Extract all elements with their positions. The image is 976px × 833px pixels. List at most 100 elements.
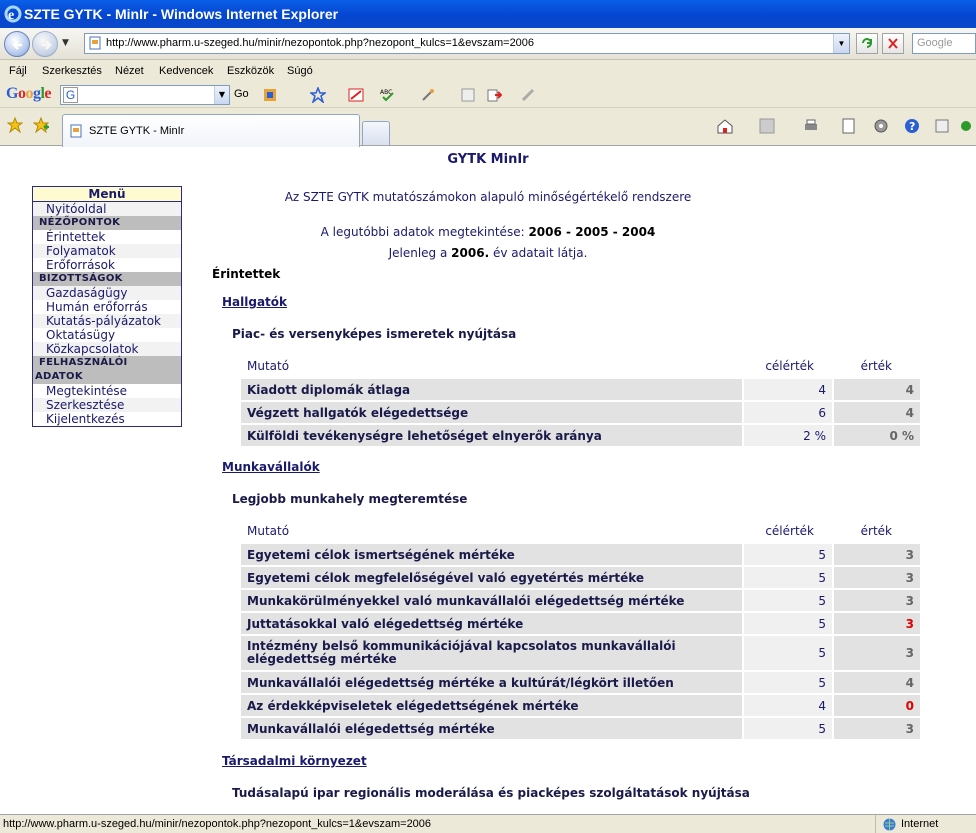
latest-data-line: A legutóbbi adatok megtekintése: 2006 - … <box>88 225 888 239</box>
google-dropdown-icon[interactable]: ▼ <box>214 86 229 104</box>
bookmark-star-icon[interactable] <box>310 87 326 103</box>
menu-file[interactable]: Fájl <box>9 60 27 82</box>
print-icon[interactable] <box>802 117 820 135</box>
popup-blocker-icon[interactable] <box>348 87 364 103</box>
menu-bar: Fájl Szerkesztés Nézet Kedvencek Eszközö… <box>0 60 976 82</box>
google-logo: Google <box>6 85 52 102</box>
history-dropdown-icon[interactable]: ▼ <box>62 38 72 48</box>
address-dropdown-icon[interactable]: ▼ <box>833 34 849 53</box>
menu-item-human-eroforras[interactable]: Humán erőforrás <box>33 300 181 314</box>
tab-current[interactable]: SZTE GYTK - MinIr <box>62 114 360 147</box>
group-link-munkavallalok[interactable]: Munkavállalók <box>222 460 320 474</box>
menu-item-oktatasugy[interactable]: Oktatásügy <box>33 328 181 342</box>
globe-icon <box>883 818 896 831</box>
indicator-value: 4 <box>833 401 922 425</box>
page-menu-icon[interactable] <box>840 117 858 135</box>
favorites-star-icon[interactable] <box>7 117 23 133</box>
menu-help[interactable]: Súgó <box>287 60 313 82</box>
indicator-name: Egyetemi célok megfelelőségével való egy… <box>241 566 744 590</box>
indicator-name: Egyetemi célok ismertségének mértéke <box>241 543 744 567</box>
window-titlebar: e SZTE GYTK - MinIr - Windows Internet E… <box>0 0 976 28</box>
menu-item-kozkapcsolatok[interactable]: Közkapcsolatok <box>33 342 181 356</box>
menu-item-gazdasagugy[interactable]: Gazdaságügy <box>33 286 181 300</box>
menu-item-eroforrasok[interactable]: Erőforrások <box>33 258 181 272</box>
table-row: Külföldi tevékenységre lehetőséget elnye… <box>241 424 922 448</box>
extension-icon[interactable] <box>957 117 975 135</box>
menu-item-home[interactable]: Nyitóoldal <box>33 202 181 216</box>
home-icon[interactable] <box>716 117 734 135</box>
goal-title: Tudásalapú ipar regionális moderálása és… <box>232 786 750 800</box>
table-row: Egyetemi célok megfelelőségével való egy… <box>241 566 922 590</box>
section-heading: Érintettek <box>212 267 281 281</box>
indicator-value: 0 <box>833 694 922 718</box>
table-row: Egyetemi célok ismertségének mértéke 5 3 <box>241 543 922 567</box>
table-row: Munkavállalói elégedettség mértéke a kul… <box>241 671 922 695</box>
zone-label: Internet <box>901 818 939 830</box>
page-icon <box>89 36 101 50</box>
add-favorite-icon[interactable] <box>33 117 49 133</box>
menu-item-kutatas-palyazatok[interactable]: Kutatás-pályázatok <box>33 314 181 328</box>
refresh-button[interactable] <box>856 33 878 54</box>
menu-item-megtekintese[interactable]: Megtekintése <box>33 384 181 398</box>
help-icon[interactable]: ? <box>903 117 921 135</box>
menu-item-erintettek[interactable]: Érintettek <box>33 230 181 244</box>
google-go-button[interactable]: Go <box>234 88 249 100</box>
stop-button[interactable] <box>882 33 904 54</box>
feeds-icon[interactable] <box>758 117 776 135</box>
table-row: Munkavállalói elégedettség mértéke 5 3 <box>241 717 922 741</box>
indicator-target: 5 <box>743 612 834 636</box>
group-link-hallgatok[interactable]: Hallgatók <box>222 295 287 309</box>
menu-section-user-data: FELHASZNÁLÓI ADATOK <box>33 356 181 384</box>
spellcheck-icon[interactable]: ABC <box>380 87 396 103</box>
group-link-tarsadalmi-kornyezet[interactable]: Társadalmi környezet <box>222 754 367 768</box>
goal-title: Piac- és versenyképes ismeretek nyújtása <box>232 327 517 341</box>
latest-years-links[interactable]: 2006 - 2005 - 2004 <box>528 225 655 239</box>
indicator-value: 0 % <box>833 424 922 448</box>
indicator-value: 3 <box>833 635 922 672</box>
menu-favorites[interactable]: Kedvencek <box>159 60 213 82</box>
goal-title: Legjobb munkahely megteremtése <box>232 492 468 506</box>
google-search-input[interactable]: G ▼ <box>60 85 230 105</box>
forward-button[interactable] <box>32 31 58 57</box>
refresh-icon <box>862 38 872 48</box>
indicator-name: Kiadott diplomák átlaga <box>241 378 744 402</box>
table-row: Kiadott diplomák átlaga 4 4 <box>241 378 922 402</box>
menu-tools[interactable]: Eszközök <box>227 60 274 82</box>
indicator-name: Végzett hallgatók elégedettsége <box>241 401 744 425</box>
stop-icon <box>888 38 898 49</box>
send-to-icon[interactable] <box>486 87 502 103</box>
indicator-name: Intézmény belső kommunikációjával kapcso… <box>241 635 744 672</box>
menu-item-szerkesztese[interactable]: Szerkesztése <box>33 398 181 412</box>
indicator-target: 5 <box>743 717 834 741</box>
table-row: Munkakörülményekkel való munkavállalói e… <box>241 589 922 613</box>
search-field[interactable]: Google <box>912 33 976 54</box>
google-toolbar: Google G ▼ Go ABC <box>0 82 976 108</box>
menu-section-committees: BIZOTTSÁGOK <box>33 272 181 286</box>
table-row: Végzett hallgatók elégedettsége 6 4 <box>241 401 922 425</box>
window-title: SZTE GYTK - MinIr - Windows Internet Exp… <box>24 6 339 22</box>
pencil-icon[interactable] <box>520 87 536 103</box>
menu-item-kijelentkezes[interactable]: Kijelentkezés <box>33 412 181 426</box>
autofill-icon[interactable] <box>420 87 436 103</box>
tools-gear-icon[interactable] <box>872 117 890 135</box>
new-tab-button[interactable] <box>362 121 390 145</box>
back-button[interactable] <box>4 31 30 57</box>
indicator-value: 3 <box>833 717 922 741</box>
page-viewport: GYTK MinIr Az SZTE GYTK mutatószámokon a… <box>0 147 976 814</box>
col-target: célérték <box>743 355 834 379</box>
site-subtitle: Az SZTE GYTK mutatószámokon alapuló minő… <box>284 190 692 204</box>
google-options-icon[interactable] <box>262 87 278 103</box>
translate-icon[interactable] <box>460 87 476 103</box>
ie-logo-icon: e <box>4 5 22 23</box>
indicator-target: 6 <box>743 401 834 425</box>
research-icon[interactable] <box>934 117 952 135</box>
menu-edit[interactable]: Szerkesztés <box>42 60 102 82</box>
menu-item-folyamatok[interactable]: Folyamatok <box>33 244 181 258</box>
indicator-value: 3 <box>833 589 922 613</box>
address-field[interactable]: http://www.pharm.u-szeged.hu/minir/nezop… <box>84 33 850 54</box>
table-row: Intézmény belső kommunikációjával kapcso… <box>241 635 922 672</box>
menu-view[interactable]: Nézet <box>115 60 144 82</box>
security-zone: Internet <box>875 815 976 833</box>
indicator-value: 4 <box>833 378 922 402</box>
indicator-value: 3 <box>833 543 922 567</box>
